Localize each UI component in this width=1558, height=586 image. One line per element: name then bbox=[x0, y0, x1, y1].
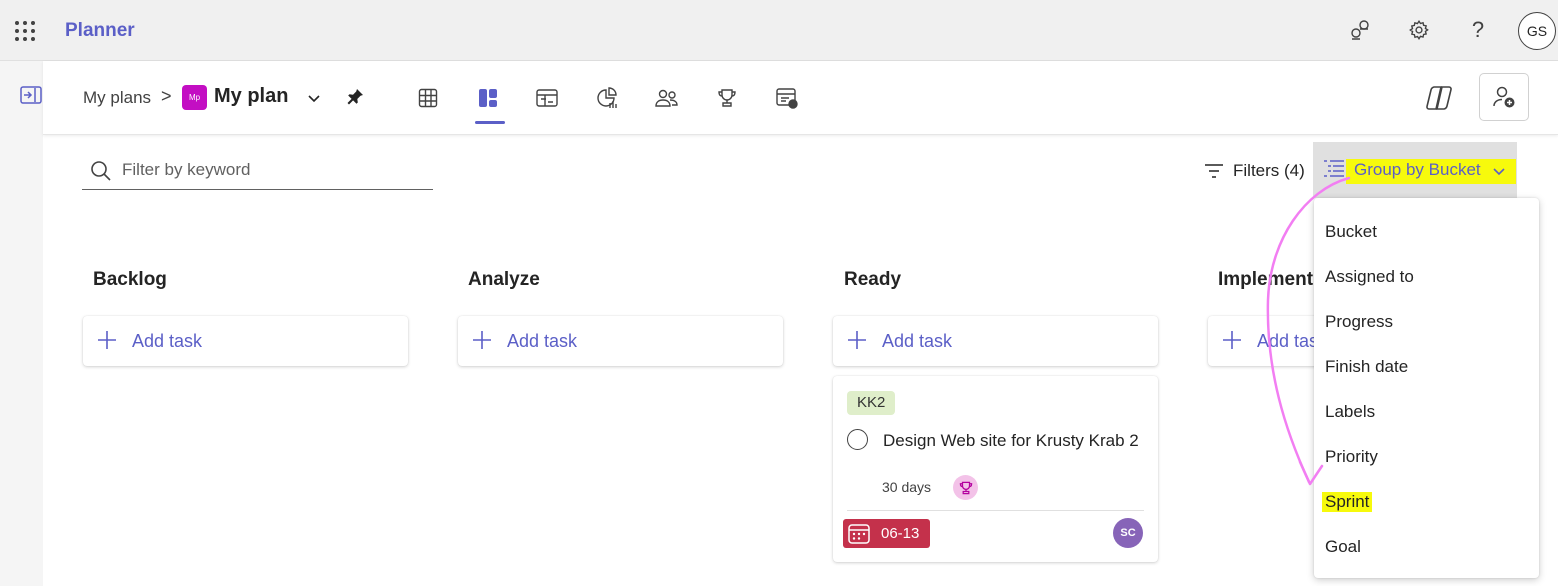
complete-task-checkbox[interactable] bbox=[847, 429, 868, 450]
help-icon[interactable]: ? bbox=[1464, 16, 1492, 44]
add-task-button[interactable]: Add task bbox=[458, 316, 783, 366]
task-title[interactable]: Design Web site for Krusty Krab 2 bbox=[883, 431, 1139, 451]
menu-item-label: Priority bbox=[1325, 447, 1378, 466]
bucket-title[interactable]: Implement bbox=[1218, 269, 1313, 291]
charts-icon bbox=[597, 87, 617, 108]
calendar-icon bbox=[848, 524, 870, 544]
plan-badge: Mp bbox=[182, 85, 207, 110]
add-task-label: Add task bbox=[132, 331, 203, 351]
copilot-icon[interactable] bbox=[1425, 85, 1453, 111]
menu-item-label: Sprint bbox=[1322, 492, 1373, 512]
search-icon bbox=[91, 161, 111, 181]
timeline-icon bbox=[776, 88, 798, 109]
menu-item-sprint[interactable]: Sprint bbox=[1314, 479, 1539, 524]
left-rail bbox=[0, 61, 43, 586]
app-launcher-icon[interactable] bbox=[14, 20, 36, 42]
breadcrumb-separator: > bbox=[161, 86, 172, 106]
menu-item-label: Finish date bbox=[1325, 357, 1409, 376]
group-by-label: Group by Bucket bbox=[1354, 160, 1481, 179]
menu-item-label: Assigned to bbox=[1325, 267, 1414, 286]
trophy-icon bbox=[959, 481, 972, 494]
grid-view-tab[interactable] bbox=[413, 83, 443, 113]
board-icon bbox=[479, 89, 497, 107]
app-bar: Planner ? GS bbox=[0, 0, 1558, 61]
schedule-icon bbox=[536, 89, 558, 107]
share-icon[interactable] bbox=[1346, 16, 1374, 44]
plan-header: My plans > Mp My plan bbox=[43, 61, 1558, 135]
plan-title[interactable]: My plan bbox=[214, 85, 288, 108]
menu-item-label: Labels bbox=[1325, 402, 1376, 421]
filters-button[interactable]: Filters (4) bbox=[1203, 158, 1305, 184]
group-by-menu: Bucket Assigned to Progress Finish date … bbox=[1314, 198, 1539, 578]
add-task-label: Add task bbox=[882, 331, 953, 351]
app-title[interactable]: Planner bbox=[65, 20, 135, 42]
bucket-title[interactable]: Backlog bbox=[93, 269, 167, 291]
add-task-button[interactable]: Add task bbox=[833, 316, 1158, 366]
add-member-button[interactable] bbox=[1479, 73, 1529, 121]
menu-item-priority[interactable]: Priority bbox=[1314, 434, 1539, 479]
plus-icon bbox=[98, 331, 116, 349]
board-view-tab[interactable] bbox=[473, 83, 503, 113]
task-duration: 30 days bbox=[882, 479, 932, 495]
plus-icon bbox=[1223, 331, 1241, 349]
bucket-title[interactable]: Analyze bbox=[468, 269, 540, 291]
add-member-icon bbox=[1493, 86, 1515, 108]
chevron-down-icon bbox=[1493, 168, 1505, 176]
bucket-title[interactable]: Ready bbox=[844, 269, 901, 291]
menu-item-assigned-to[interactable]: Assigned to bbox=[1314, 254, 1539, 299]
plus-icon bbox=[473, 331, 491, 349]
charts-view-tab[interactable] bbox=[592, 83, 622, 113]
due-date-badge[interactable]: 06-13 bbox=[843, 519, 930, 548]
people-view-tab[interactable] bbox=[652, 83, 682, 113]
menu-item-progress[interactable]: Progress bbox=[1314, 299, 1539, 344]
pin-icon[interactable] bbox=[345, 87, 365, 107]
trophy-icon bbox=[718, 89, 736, 107]
collapse-rail-icon[interactable] bbox=[20, 86, 42, 104]
goals-view-tab[interactable] bbox=[712, 83, 742, 113]
due-date-text: 06-13 bbox=[881, 525, 920, 542]
menu-item-label: Progress bbox=[1325, 312, 1394, 331]
search-input[interactable]: Filter by keyword bbox=[82, 150, 433, 190]
active-tab-indicator bbox=[475, 121, 505, 124]
menu-item-finish-date[interactable]: Finish date bbox=[1314, 344, 1539, 389]
search-placeholder: Filter by keyword bbox=[122, 160, 251, 179]
assignee-avatar[interactable]: SC bbox=[1113, 518, 1143, 548]
task-label-tag: KK2 bbox=[847, 391, 896, 415]
add-task-label: Add task bbox=[507, 331, 578, 351]
group-by-icon bbox=[1324, 160, 1344, 177]
chevron-down-icon[interactable] bbox=[305, 89, 323, 107]
grid-icon bbox=[418, 88, 438, 108]
user-avatar[interactable]: GS bbox=[1518, 12, 1556, 50]
menu-item-bucket[interactable]: Bucket bbox=[1314, 209, 1539, 254]
timeline-view-tab[interactable] bbox=[772, 83, 802, 113]
menu-item-goal[interactable]: Goal bbox=[1314, 524, 1539, 569]
task-card[interactable]: KK2 Design Web site for Krusty Krab 2 30… bbox=[833, 376, 1158, 562]
gear-icon[interactable] bbox=[1405, 16, 1433, 44]
menu-item-label: Goal bbox=[1325, 537, 1361, 556]
schedule-view-tab[interactable] bbox=[532, 83, 562, 113]
breadcrumb-my-plans[interactable]: My plans bbox=[83, 88, 151, 108]
menu-item-labels[interactable]: Labels bbox=[1314, 389, 1539, 434]
goal-badge[interactable] bbox=[953, 475, 978, 500]
menu-item-label: Bucket bbox=[1325, 222, 1377, 241]
group-by-button[interactable]: Group by Bucket bbox=[1313, 142, 1517, 198]
add-task-button[interactable]: Add task bbox=[83, 316, 408, 366]
plus-icon bbox=[848, 331, 866, 349]
filters-label: Filters (4) bbox=[1233, 161, 1305, 180]
filter-icon bbox=[1205, 164, 1223, 178]
card-divider bbox=[847, 510, 1144, 511]
people-icon bbox=[655, 89, 678, 107]
